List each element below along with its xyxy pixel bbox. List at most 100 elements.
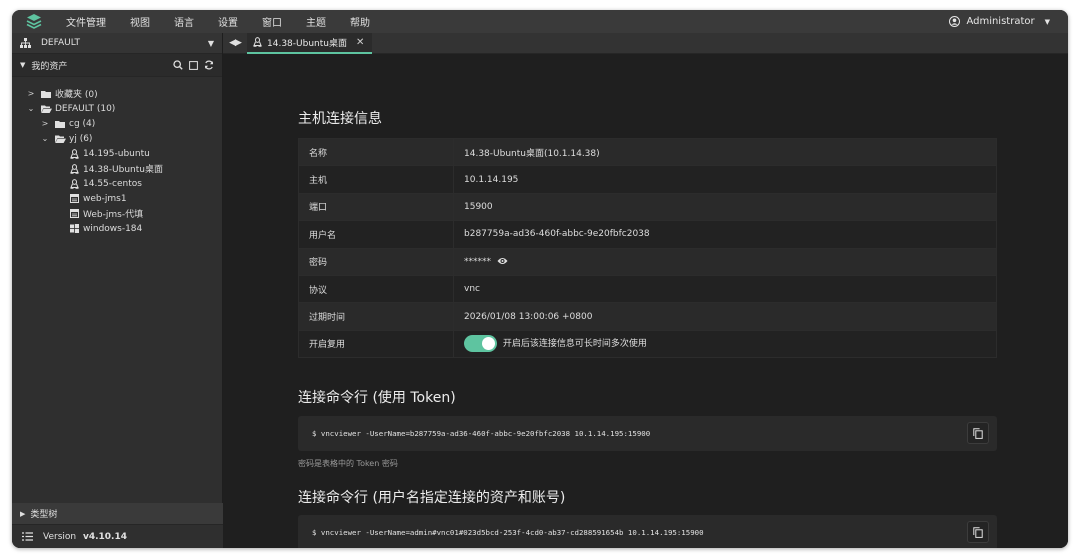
- tree-node-yj[interactable]: ⌄ yj (6): [12, 131, 222, 146]
- tab-nav-arrows-icon[interactable]: ◀▶: [223, 38, 247, 48]
- row-key: 密码: [298, 247, 454, 276]
- folder-icon: [54, 120, 66, 128]
- tree-node-label: Web-jms-代填: [83, 210, 144, 220]
- reuse-toggle[interactable]: [464, 335, 497, 353]
- menu-view[interactable]: 视图: [130, 14, 150, 29]
- tree-node-label: yj (6): [69, 133, 93, 144]
- table-row: 协议 vnc: [298, 274, 997, 304]
- cmd-user-text[interactable]: $ vncviewer -UserName=admin#vnc01#023d5b…: [312, 528, 704, 537]
- close-icon[interactable]: ✕: [356, 37, 364, 48]
- collapse-all-icon[interactable]: [189, 60, 198, 70]
- tree-node-favorites[interactable]: > 收藏夹 (0): [12, 86, 222, 101]
- cmd-user-block: $ vncviewer -UserName=admin#vnc01#023d5b…: [298, 515, 997, 548]
- menu-theme[interactable]: 主题: [306, 14, 326, 29]
- tab-bar: ◀▶ 14.38-Ubuntu桌面 ✕: [223, 32, 1068, 54]
- tree-asset[interactable]: 14.195-ubuntu: [12, 146, 222, 161]
- my-assets-title: 我的资产: [31, 61, 68, 72]
- menu-settings[interactable]: 设置: [218, 14, 238, 29]
- version-text: Version v4.10.14: [43, 531, 127, 542]
- row-key: 用户名: [298, 220, 454, 249]
- chevron-right-icon[interactable]: >: [26, 89, 36, 98]
- reuse-description: 开启后该连接信息可长时间多次使用: [502, 339, 647, 350]
- tree-node-cg[interactable]: > cg (4): [12, 116, 222, 131]
- tree-asset[interactable]: 14.38-Ubuntu桌面: [12, 161, 222, 176]
- refresh-icon[interactable]: [204, 60, 214, 70]
- tree-asset[interactable]: Web-jms-代填: [12, 206, 222, 221]
- tree-node-label: windows-184: [83, 223, 143, 234]
- linux-icon: [253, 37, 262, 47]
- info-title: 主机连接信息: [298, 111, 382, 127]
- table-row: 主机 10.1.14.195: [298, 165, 997, 194]
- row-key: 协议: [298, 274, 454, 304]
- row-key: 过期时间: [298, 302, 454, 331]
- chevron-right-icon[interactable]: >: [40, 119, 50, 128]
- menu-help[interactable]: 帮助: [350, 14, 370, 29]
- tree-node-label: 14.55-centos: [83, 178, 142, 189]
- caret-right-icon: ▶: [20, 509, 26, 518]
- tree-asset[interactable]: 14.55-centos: [12, 176, 222, 191]
- eye-icon[interactable]: [497, 257, 508, 265]
- main-content: 主机连接信息 名称 14.38-Ubuntu桌面(10.1.14.38) 主机 …: [223, 54, 1068, 548]
- cmd-token-text[interactable]: $ vncviewer -UserName=b287759a-ad36-460f…: [312, 429, 650, 438]
- version-bar: Version v4.10.14: [12, 524, 223, 548]
- copy-button[interactable]: [967, 422, 989, 444]
- copy-icon: [973, 526, 983, 538]
- row-value: 10.1.14.195: [453, 165, 997, 194]
- menu-window[interactable]: 窗口: [262, 14, 282, 29]
- asset-tree: > 收藏夹 (0) ⌄ DEFAULT (10) > cg (4) ⌄ yj (…: [12, 77, 222, 236]
- tab-session[interactable]: 14.38-Ubuntu桌面 ✕: [247, 32, 373, 54]
- copy-icon: [973, 427, 983, 439]
- password-cell: ******: [453, 247, 997, 276]
- linux-icon: [68, 178, 80, 189]
- linux-icon: [68, 148, 80, 159]
- row-key: 开启复用: [298, 329, 454, 359]
- reuse-cell: 开启后该连接信息可长时间多次使用: [453, 329, 997, 359]
- row-value: vnc: [453, 274, 997, 304]
- tree-node-label: DEFAULT (10): [55, 103, 116, 114]
- type-tree-section[interactable]: ▶ 类型树: [12, 503, 223, 524]
- row-value: b287759a-ad36-460f-abbc-9e20fbfc2038: [453, 220, 997, 249]
- copy-button[interactable]: [967, 521, 989, 543]
- tree-asset[interactable]: windows-184: [12, 221, 222, 236]
- user-menu[interactable]: Administrator ▼: [949, 10, 1050, 33]
- cmd-token-block: $ vncviewer -UserName=b287759a-ad36-460f…: [298, 416, 997, 451]
- cmd-token-title: 连接命令行 (使用 Token): [298, 390, 456, 406]
- org-selector[interactable]: DEFAULT ▼: [12, 33, 222, 54]
- tab-label: 14.38-Ubuntu桌面: [267, 38, 347, 49]
- type-tree-label: 类型树: [30, 510, 58, 520]
- table-row: 端口 15900: [298, 192, 997, 222]
- table-row: 开启复用 开启后该连接信息可长时间多次使用: [298, 329, 997, 359]
- chevron-down-icon[interactable]: ⌄: [26, 104, 36, 113]
- row-value: 2026/01/08 13:00:06 +0800: [453, 302, 997, 331]
- caret-down-icon: ▼: [207, 38, 214, 48]
- search-icon[interactable]: [173, 60, 183, 70]
- list-icon[interactable]: [22, 532, 33, 541]
- table-row: 名称 14.38-Ubuntu桌面(10.1.14.38): [298, 137, 997, 167]
- tree-asset[interactable]: web-jms1: [12, 191, 222, 206]
- my-assets-header[interactable]: ▼ 我的资产: [12, 54, 222, 77]
- tree-node-label: 收藏夹 (0): [55, 90, 98, 100]
- caret-down-icon: ▼: [1044, 17, 1050, 26]
- org-name: DEFAULT: [41, 38, 80, 48]
- table-row: 密码 ******: [298, 247, 997, 276]
- token-hint: 密码是表格中的 Token 密码: [298, 459, 398, 468]
- chevron-down-icon[interactable]: ⌄: [40, 134, 50, 143]
- password-value: ******: [464, 256, 491, 267]
- menu-file[interactable]: 文件管理: [66, 14, 106, 29]
- tree-node-label: cg (4): [69, 118, 96, 129]
- row-key: 主机: [298, 165, 454, 194]
- folder-open-icon: [54, 135, 66, 143]
- user-name: Administrator: [966, 16, 1035, 27]
- folder-open-icon: [40, 105, 52, 113]
- row-key: 端口: [298, 192, 454, 222]
- table-row: 过期时间 2026/01/08 13:00:06 +0800: [298, 302, 997, 331]
- app-logo-icon: [24, 12, 44, 32]
- user-icon: [949, 16, 961, 27]
- version-number: v4.10.14: [82, 531, 127, 542]
- connection-info-table: 名称 14.38-Ubuntu桌面(10.1.14.38) 主机 10.1.14…: [298, 137, 997, 359]
- menubar: 文件管理 视图 语言 设置 窗口 主题 帮助 Administrator ▼: [12, 10, 1068, 33]
- menu-language[interactable]: 语言: [174, 14, 194, 29]
- tree-node-default[interactable]: ⌄ DEFAULT (10): [12, 101, 222, 116]
- linux-icon: [68, 163, 80, 174]
- org-tree-icon: [20, 38, 31, 48]
